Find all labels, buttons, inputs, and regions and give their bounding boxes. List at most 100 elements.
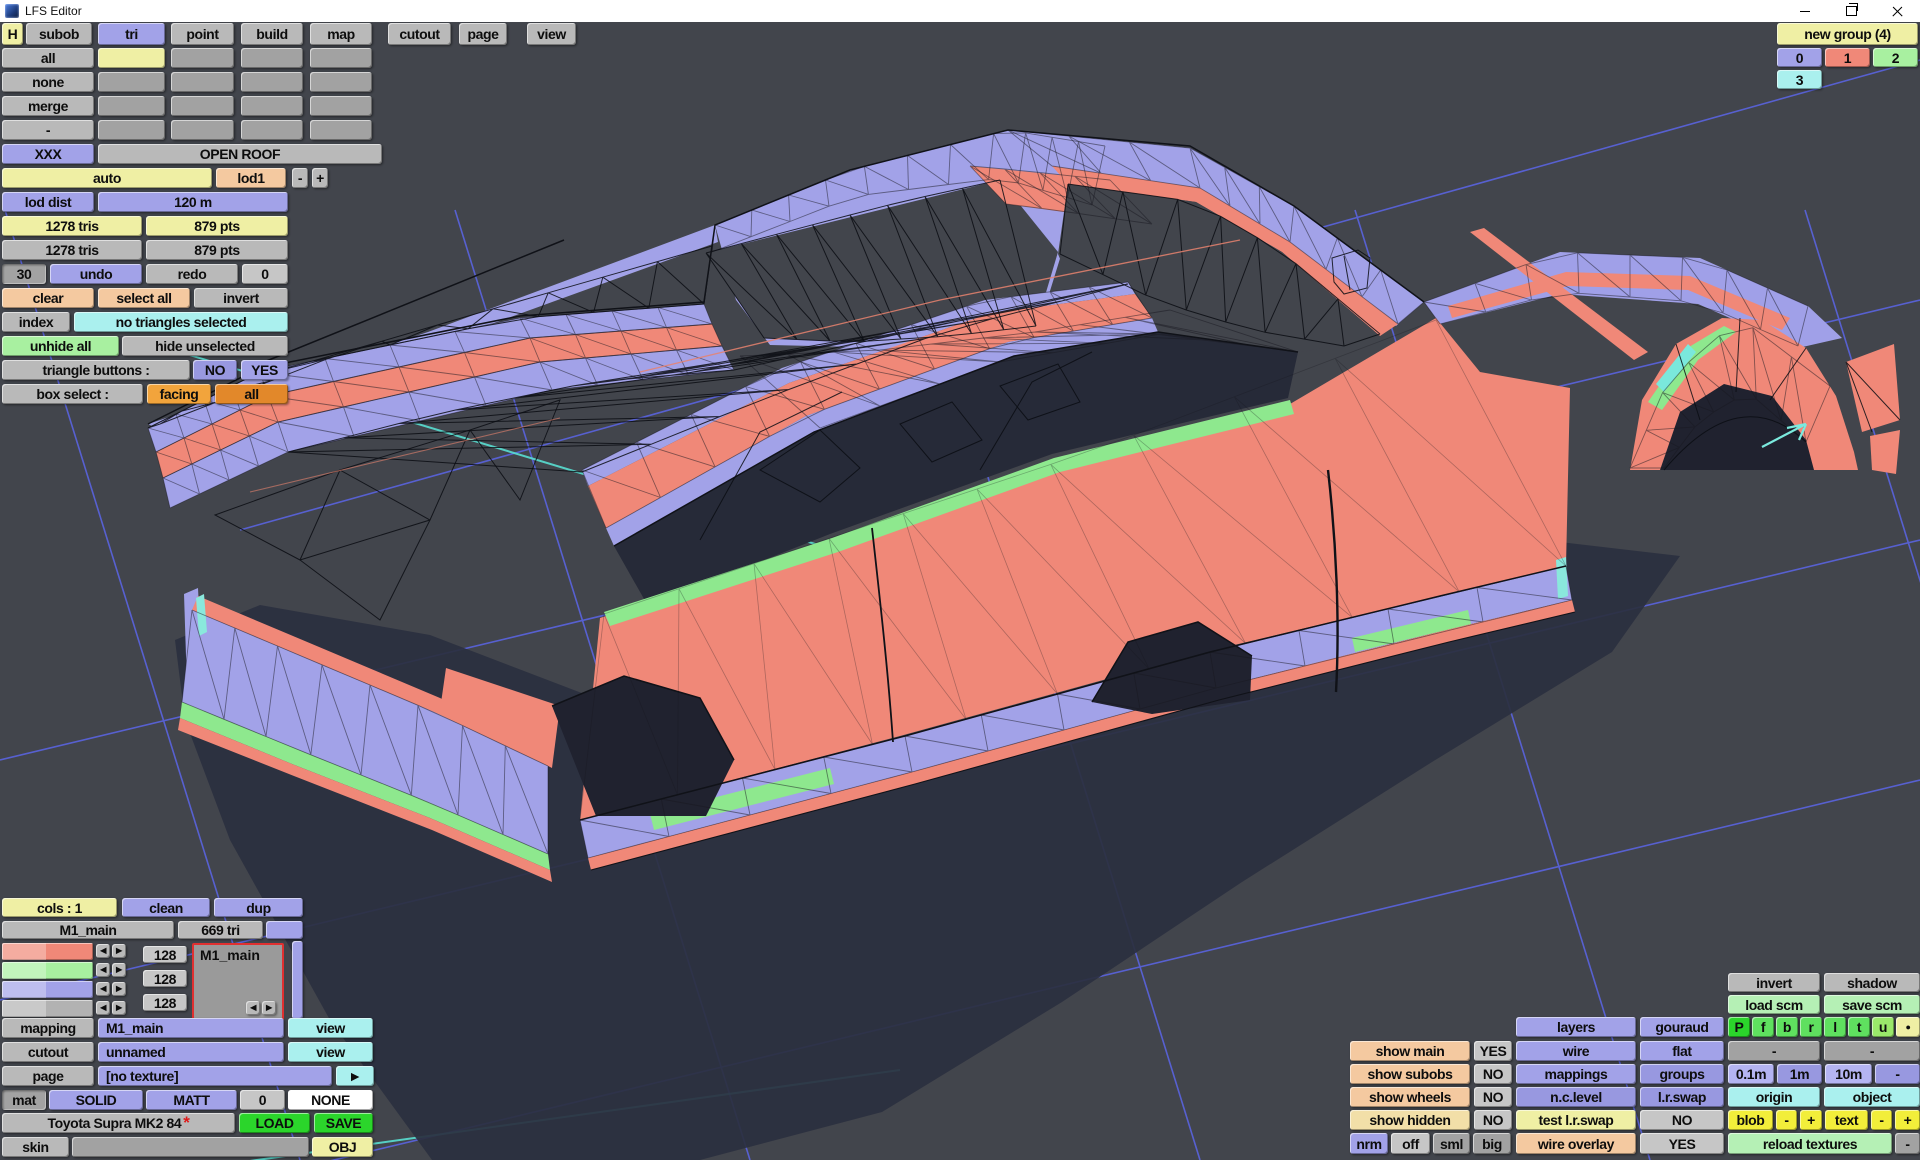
dash-button[interactable]: - (1728, 1041, 1820, 1061)
blob-plus-button[interactable]: + (1800, 1110, 1822, 1130)
nrm-big-button[interactable]: big (1473, 1133, 1511, 1154)
grid-cell[interactable] (310, 48, 372, 68)
undo-button[interactable]: undo (50, 264, 142, 284)
origin-button[interactable]: origin (1728, 1087, 1820, 1107)
grid-cell[interactable] (241, 96, 303, 116)
cutout-row-value[interactable]: unnamed (98, 1042, 284, 1062)
minimize-icon[interactable] (1782, 0, 1828, 22)
red-value[interactable]: 128 (143, 946, 187, 963)
dash-row[interactable]: - (2, 120, 94, 140)
clear-button[interactable]: clear (2, 288, 94, 308)
menu-page[interactable]: page (459, 23, 507, 45)
group-2-button[interactable]: 2 (1873, 48, 1918, 67)
object-button[interactable]: object (1824, 1087, 1920, 1107)
group-3-button[interactable]: 3 (1777, 70, 1822, 89)
grid-cell[interactable] (310, 72, 372, 92)
menu-view[interactable]: view (527, 23, 576, 45)
box-select-facing[interactable]: facing (147, 384, 211, 404)
grid-cell[interactable] (310, 120, 372, 140)
nc-level-button[interactable]: n.c.level (1516, 1087, 1636, 1107)
flat-button[interactable]: flat (1640, 1041, 1724, 1061)
mapping-name[interactable]: M1_main (2, 921, 174, 939)
grid-dash-button[interactable]: - (1875, 1064, 1920, 1084)
arrow-left-icon[interactable]: ◄ (246, 1001, 260, 1015)
group-1-button[interactable]: 1 (1825, 48, 1870, 67)
mapping-row-label[interactable]: mapping (2, 1018, 94, 1038)
groups-button[interactable]: groups (1640, 1064, 1724, 1084)
grid-cell[interactable] (241, 48, 303, 68)
car-name[interactable]: Toyota Supra MK2 84* (2, 1113, 235, 1133)
wire-overlay-label[interactable]: wire overlay (1516, 1133, 1636, 1154)
page-next-button[interactable]: ► (336, 1066, 374, 1086)
lod-plus-button[interactable]: + (312, 168, 328, 188)
show-main-label[interactable]: show main (1350, 1041, 1470, 1061)
mappings-button[interactable]: mappings (1516, 1064, 1636, 1084)
channel-b-button[interactable]: b (1776, 1017, 1798, 1037)
grid-cell[interactable] (98, 120, 165, 140)
new-group-button[interactable]: new group (4) (1777, 23, 1918, 45)
text-plus-button[interactable]: + (1895, 1110, 1920, 1130)
select-all-button[interactable]: select all (98, 288, 190, 308)
text-button[interactable]: text (1825, 1110, 1868, 1130)
green-value[interactable]: 128 (143, 970, 187, 987)
mapping-scrollbar[interactable] (292, 941, 303, 1019)
hide-unselected-button[interactable]: hide unselected (122, 336, 288, 356)
grid-cell[interactable] (171, 72, 234, 92)
color-slider-blue[interactable] (2, 981, 93, 998)
save-button[interactable]: SAVE (314, 1113, 373, 1133)
group-0-button[interactable]: 0 (1777, 48, 1822, 67)
show-hidden-state[interactable]: NO (1474, 1110, 1512, 1130)
show-subobs-state[interactable]: NO (1474, 1064, 1512, 1084)
channel-f-button[interactable]: f (1752, 1017, 1774, 1037)
close-icon[interactable] (1874, 0, 1920, 22)
reload-textures-button[interactable]: reload textures (1728, 1133, 1892, 1154)
load-button[interactable]: LOAD (239, 1113, 310, 1133)
menu-cutout[interactable]: cutout (388, 23, 451, 45)
open-roof-button[interactable]: OPEN ROOF (98, 144, 382, 164)
grid-cell[interactable] (98, 48, 165, 68)
color-slider-green[interactable] (2, 962, 93, 979)
merge-row[interactable]: merge (2, 96, 94, 116)
triangle-buttons-yes[interactable]: YES (241, 360, 288, 380)
text-minus-button[interactable]: - (1871, 1110, 1892, 1130)
grid-cell[interactable] (171, 120, 234, 140)
invert-selection-button[interactable]: invert (194, 288, 288, 308)
save-scm-button[interactable]: save scm (1824, 995, 1920, 1014)
show-wheels-label[interactable]: show wheels (1350, 1087, 1470, 1107)
lod-dist-value[interactable]: 120 m (98, 192, 288, 212)
invert-button[interactable]: invert (1728, 973, 1820, 992)
page-row-label[interactable]: page (2, 1066, 94, 1086)
grid-cell[interactable] (98, 72, 165, 92)
arrow-left-icon[interactable]: ◄ (96, 1001, 110, 1015)
lr-swap-button[interactable]: l.r.swap (1640, 1087, 1724, 1107)
arrow-right-icon[interactable]: ► (112, 1001, 126, 1015)
lod-dist-label[interactable]: lod dist (2, 192, 94, 212)
arrow-left-icon[interactable]: ◄ (96, 982, 110, 996)
menu-build[interactable]: build (241, 23, 303, 45)
channel-u-button[interactable]: u (1872, 1017, 1894, 1037)
test-lr-swap-button[interactable]: test l.r.swap (1516, 1110, 1636, 1130)
dash-button[interactable]: - (1824, 1041, 1920, 1061)
arrow-right-icon[interactable]: ► (112, 944, 126, 958)
test-lr-swap-state[interactable]: NO (1640, 1110, 1724, 1130)
menu-h[interactable]: H (2, 23, 23, 45)
index-button[interactable]: index (2, 312, 70, 332)
mat-label[interactable]: mat (2, 1090, 46, 1110)
mat-num[interactable]: 0 (240, 1090, 285, 1110)
nrm-label[interactable]: nrm (1350, 1133, 1388, 1154)
mat-solid-button[interactable]: SOLID (49, 1090, 143, 1110)
arrow-right-icon[interactable]: ► (262, 1001, 276, 1015)
show-wheels-state[interactable]: NO (1474, 1087, 1512, 1107)
box-select-all[interactable]: all (215, 384, 288, 404)
arrow-right-icon[interactable]: ► (112, 982, 126, 996)
menu-subob[interactable]: subob (26, 23, 92, 45)
blue-value[interactable]: 128 (143, 994, 187, 1011)
show-subobs-label[interactable]: show subobs (1350, 1064, 1470, 1084)
clean-button[interactable]: clean (122, 898, 210, 917)
obj-button[interactable]: OBJ (312, 1137, 373, 1157)
color-slider-red[interactable] (2, 943, 93, 960)
channel-dot-button[interactable]: ● (1896, 1017, 1920, 1037)
channel-l-button[interactable]: l (1824, 1017, 1846, 1037)
grid-cell[interactable] (310, 96, 372, 116)
channel-p-button[interactable]: P (1728, 1017, 1750, 1037)
